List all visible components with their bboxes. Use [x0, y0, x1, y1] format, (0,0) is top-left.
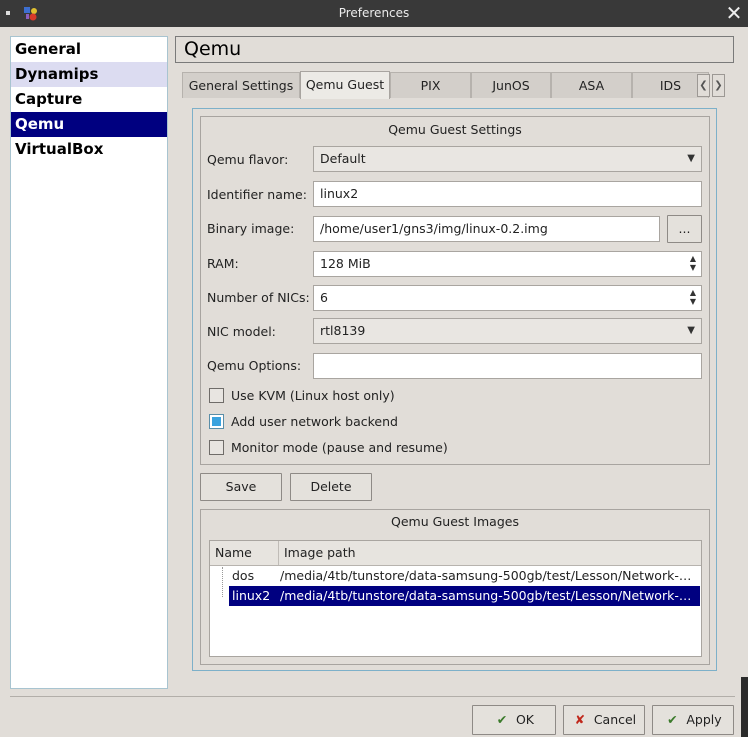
nics-label: Number of NICs: [207, 290, 310, 305]
window-title: Preferences [338, 6, 410, 20]
category-dynamips[interactable]: Dynamips [11, 62, 167, 87]
category-general[interactable]: General [11, 37, 167, 62]
checkmark-icon: ✔ [496, 712, 508, 727]
column-name[interactable]: Name [210, 541, 279, 565]
binary-label: Binary image: [207, 221, 295, 236]
nic-model-value: rtl8139 [320, 323, 366, 338]
table-row-selected[interactable]: linux2 /media/4tb/tunstore/data-samsung-… [210, 586, 701, 606]
apply-button[interactable]: ✔ Apply [652, 705, 734, 735]
window-edge [741, 27, 748, 737]
page-title: Qemu [184, 38, 242, 60]
tree-header: Name Image path [210, 541, 701, 566]
title-bar: Preferences ✕ [0, 0, 748, 27]
chevron-down-icon: ▼ [687, 153, 695, 164]
identifier-input[interactable]: linux2 [313, 181, 702, 207]
tab-pix[interactable]: PIX [390, 72, 471, 98]
ram-label: RAM: [207, 256, 239, 271]
spin-arrows-icon[interactable]: ▲ ▼ [690, 288, 696, 306]
cancel-label: Cancel [593, 712, 637, 727]
checkmark-icon: ✔ [667, 712, 678, 727]
spin-arrows-icon[interactable]: ▲ ▼ [690, 254, 696, 272]
tab-scroll-left-icon[interactable]: ❮ [697, 74, 710, 97]
tab-general-settings[interactable]: General Settings [182, 72, 300, 98]
tab-scroll-right-icon[interactable]: ❯ [712, 74, 725, 97]
category-virtualbox[interactable]: VirtualBox [11, 137, 167, 162]
guest-settings-title: Qemu Guest Settings [388, 122, 522, 137]
kvm-checkbox[interactable] [209, 388, 224, 403]
nics-spinbox[interactable]: 6 ▲ ▼ [313, 285, 702, 311]
tab-junos[interactable]: JunOS [471, 72, 551, 98]
category-capture[interactable]: Capture [11, 87, 167, 112]
cancel-button[interactable]: ✘ Cancel [563, 705, 645, 735]
guest-images-title: Qemu Guest Images [391, 514, 519, 529]
kvm-label[interactable]: Use KVM (Linux host only) [231, 388, 395, 403]
nic-model-combobox[interactable]: rtl8139 ▼ [313, 318, 702, 344]
nics-value: 6 [320, 290, 328, 305]
flavor-combobox[interactable]: Default ▼ [313, 146, 702, 172]
tab-bar: General Settings Qemu Guest PIX JunOS AS… [182, 71, 730, 99]
nic-model-label: NIC model: [207, 324, 276, 339]
ok-button[interactable]: ✔ OK [472, 705, 556, 735]
monitor-mode-label[interactable]: Monitor mode (pause and resume) [231, 440, 448, 455]
row-path: /media/4tb/tunstore/data-samsung-500gb/t… [280, 588, 700, 603]
ok-label: OK [515, 712, 535, 727]
category-list[interactable]: General Dynamips Capture Qemu VirtualBox [10, 36, 168, 689]
monitor-mode-checkbox[interactable] [209, 440, 224, 455]
row-name: dos [232, 568, 255, 583]
tab-qemu-guest[interactable]: Qemu Guest [300, 71, 390, 99]
apply-label: Apply [686, 712, 722, 727]
flavor-label: Qemu flavor: [207, 152, 289, 167]
tab-asa[interactable]: ASA [551, 72, 632, 98]
identifier-label: Identifier name: [207, 187, 307, 202]
save-button[interactable]: Save [200, 473, 282, 501]
options-label: Qemu Options: [207, 358, 302, 373]
ram-spinbox[interactable]: 128 MiB ▲ ▼ [313, 251, 702, 277]
row-name: linux2 [232, 588, 271, 603]
browse-button[interactable]: ... [667, 215, 702, 243]
binary-input[interactable]: /home/user1/gns3/img/linux-0.2.img [313, 216, 660, 242]
flavor-value: Default [320, 151, 366, 166]
images-tree[interactable]: Name Image path dos /media/4tb/tunstore/… [209, 540, 702, 657]
column-image-path[interactable]: Image path [279, 541, 701, 565]
row-path: /media/4tb/tunstore/data-samsung-500gb/t… [280, 568, 700, 583]
cancel-icon: ✘ [574, 712, 586, 727]
chevron-down-icon: ▼ [687, 325, 695, 336]
user-network-label[interactable]: Add user network backend [231, 414, 398, 429]
table-row[interactable]: dos /media/4tb/tunstore/data-samsung-500… [210, 566, 701, 586]
user-network-checkbox[interactable] [209, 414, 224, 429]
divider [10, 696, 735, 697]
page-header: Qemu [175, 36, 734, 63]
delete-button[interactable]: Delete [290, 473, 372, 501]
options-input[interactable] [313, 353, 702, 379]
category-qemu[interactable]: Qemu [11, 112, 167, 137]
ram-value: 128 MiB [320, 256, 371, 271]
close-icon[interactable]: ✕ [724, 3, 744, 23]
